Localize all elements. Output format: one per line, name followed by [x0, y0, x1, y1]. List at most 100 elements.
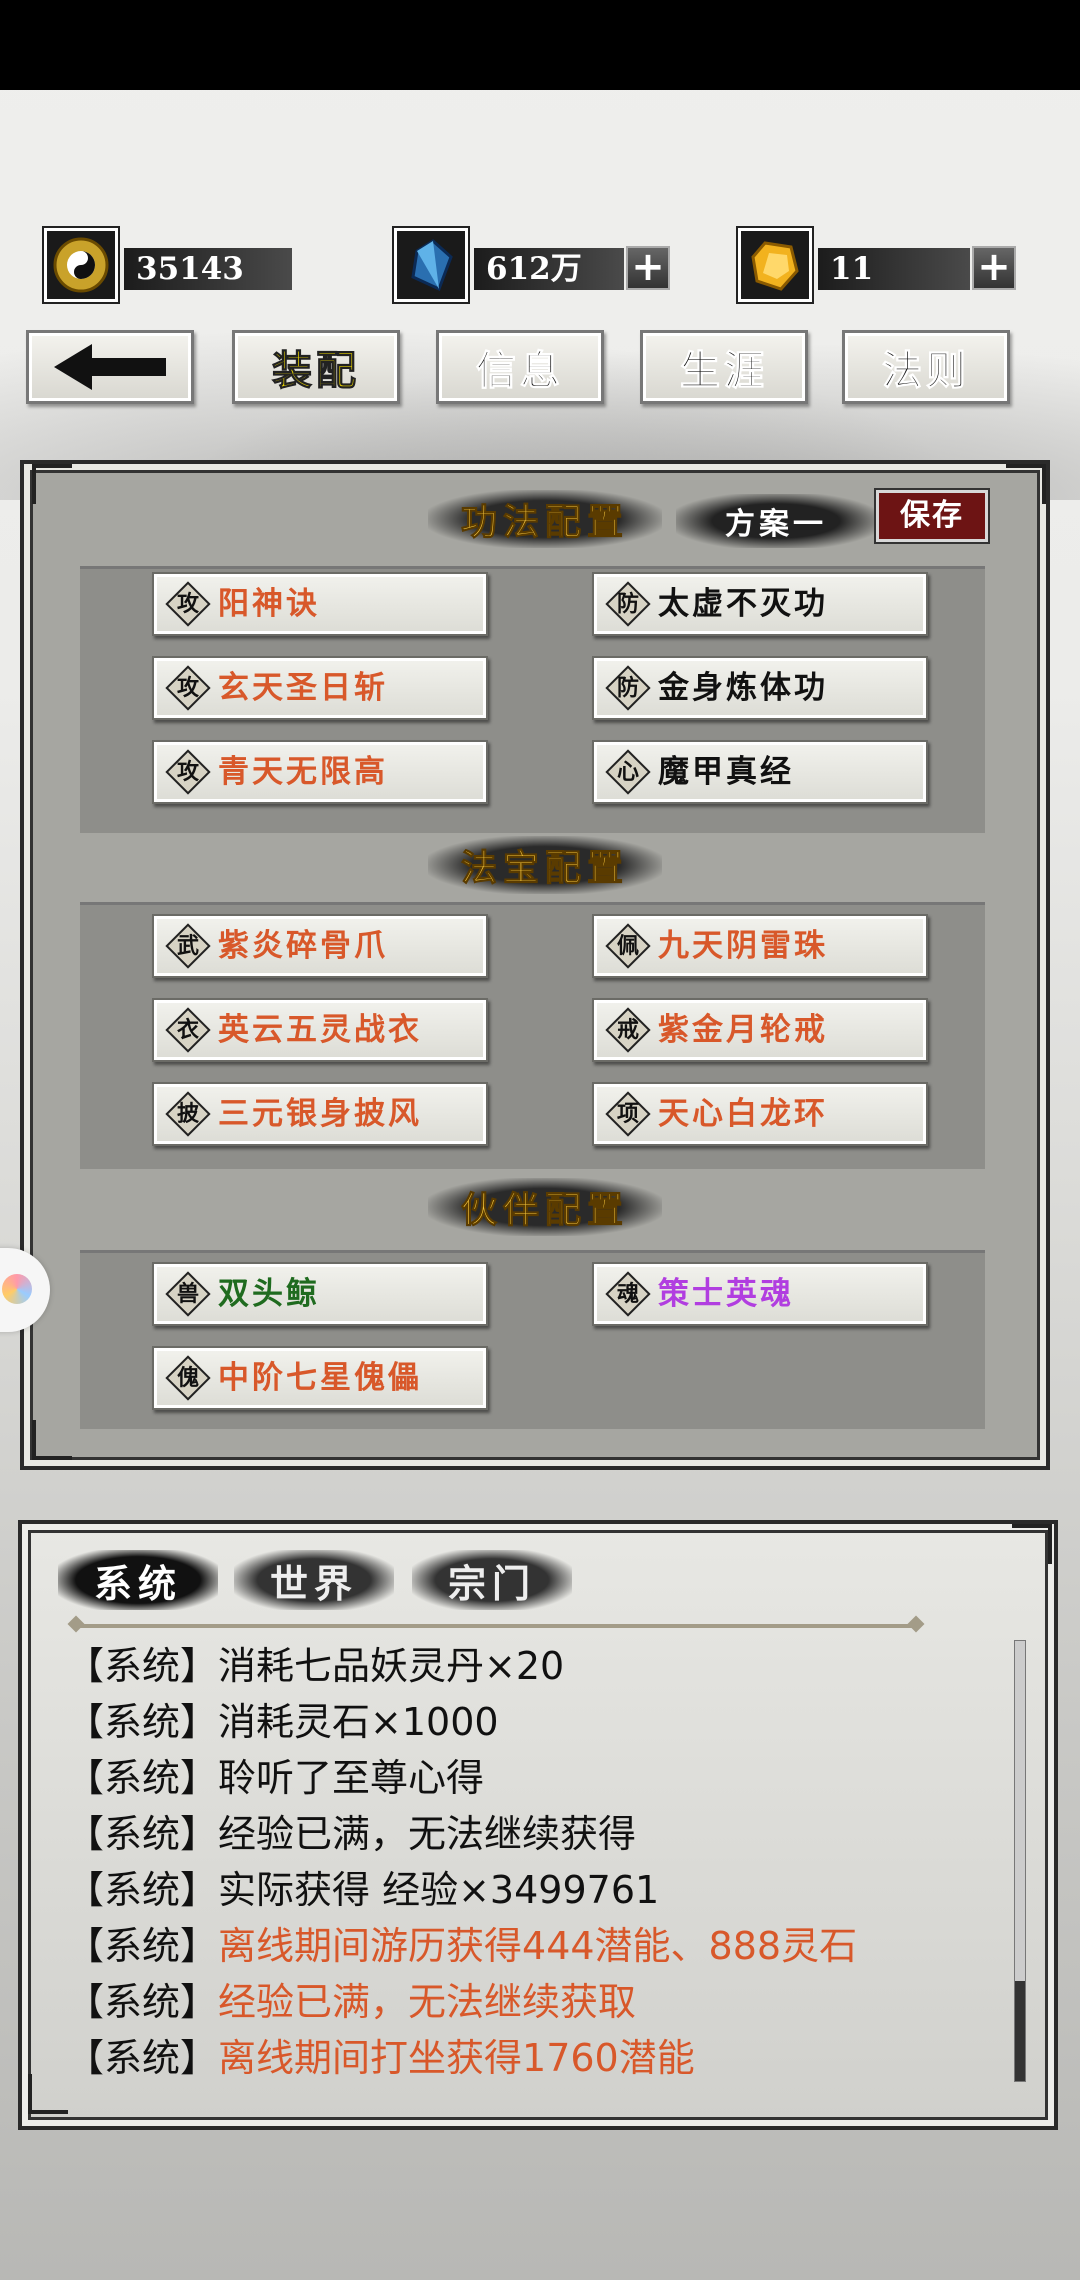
skill-name: 青天无限高 [218, 754, 388, 790]
skill-type-badge: 防 [605, 581, 651, 627]
treasure-slot[interactable]: 武 紫炎碎骨爪 [152, 914, 488, 978]
skill-type-badge: 心 [605, 749, 651, 795]
plan-selector[interactable]: 方案一 [676, 494, 876, 548]
gold-gem-icon [738, 228, 812, 302]
treasure-type-badge: 戒 [605, 1007, 651, 1053]
chat-tab-world[interactable]: 世界 [234, 1550, 394, 1610]
partner-slot[interactable]: 兽 双头鲸 [152, 1262, 488, 1326]
panel-corner-ornament [32, 1420, 72, 1460]
crystal-value: 612万 [474, 248, 624, 290]
message-prefix: 【系统】 [66, 1980, 219, 2024]
chat-message: 【系统】聆听了至尊心得 [66, 1750, 484, 1806]
message-prefix: 【系统】 [66, 2036, 219, 2080]
treasure-type-badge: 项 [605, 1091, 651, 1137]
partner-slot[interactable]: 傀 中阶七星傀儡 [152, 1346, 488, 1410]
skill-name: 魔甲真经 [658, 754, 794, 790]
crystal-add-button[interactable]: + [626, 246, 670, 290]
tab-career[interactable]: 生涯 [640, 330, 808, 404]
back-button[interactable] [26, 330, 194, 404]
tab-rules[interactable]: 法则 [842, 330, 1010, 404]
chat-message: 【系统】离线期间游历获得444潜能、888灵石 [66, 1918, 857, 1974]
treasure-name: 天心白龙环 [658, 1096, 828, 1132]
chat-corner-ornament [1012, 1524, 1052, 1564]
gem-currency: 11 + [738, 228, 1020, 302]
taiji-currency: 35143 [44, 228, 294, 302]
treasure-slot[interactable]: 项 天心白龙环 [592, 1082, 928, 1146]
treasure-slot[interactable]: 佩 九天阴雷珠 [592, 914, 928, 978]
partner-type-badge: 傀 [165, 1355, 211, 1401]
partners-section-title: 伙伴配置 [428, 1178, 662, 1236]
treasure-slot[interactable]: 披 三元银身披风 [152, 1082, 488, 1146]
status-bar [0, 0, 1080, 90]
skill-type-badge: 攻 [165, 749, 211, 795]
message-text: 经验已满，无法继续获得 [218, 1812, 637, 1856]
skill-type-badge: 攻 [165, 581, 211, 627]
skill-slot[interactable]: 防 金身炼体功 [592, 656, 928, 720]
treasures-section-title: 法宝配置 [428, 836, 662, 894]
chat-message: 【系统】经验已满，无法继续获取 [66, 1974, 636, 2030]
partner-name: 双头鲸 [218, 1276, 320, 1312]
chat-tab-sect[interactable]: 宗门 [412, 1550, 572, 1610]
treasure-slot[interactable]: 戒 紫金月轮戒 [592, 998, 928, 1062]
message-prefix: 【系统】 [66, 1924, 219, 1968]
tab-info[interactable]: 信息 [436, 330, 604, 404]
skill-slot[interactable]: 攻 青天无限高 [152, 740, 488, 804]
treasure-type-badge: 披 [165, 1091, 211, 1137]
message-prefix: 【系统】 [66, 1700, 219, 1744]
chat-message: 【系统】消耗七品妖灵丹×20 [66, 1638, 564, 1694]
gem-add-button[interactable]: + [972, 246, 1016, 290]
crystal-currency: 612万 + [394, 228, 674, 302]
treasure-type-badge: 佩 [605, 923, 651, 969]
skill-slot[interactable]: 攻 玄天圣日斩 [152, 656, 488, 720]
chat-message: 【系统】离线期间打坐获得1760潜能 [66, 2030, 695, 2086]
treasure-name: 三元银身披风 [218, 1096, 422, 1132]
message-prefix: 【系统】 [66, 1868, 219, 1912]
chat-tab-system[interactable]: 系统 [58, 1550, 218, 1610]
message-prefix: 【系统】 [66, 1644, 219, 1688]
skill-name: 玄天圣日斩 [218, 670, 388, 706]
chat-divider [76, 1624, 916, 1628]
chat-message: 【系统】实际获得 经验×3499761 [66, 1862, 659, 1918]
treasure-type-badge: 武 [165, 923, 211, 969]
taiji-coin-icon [44, 228, 118, 302]
treasure-name: 英云五灵战衣 [218, 1012, 422, 1048]
skills-section-title: 功法配置 [428, 490, 662, 548]
skill-slot[interactable]: 心 魔甲真经 [592, 740, 928, 804]
partner-name: 中阶七星傀儡 [218, 1360, 422, 1396]
message-text: 实际获得 经验×3499761 [218, 1868, 660, 1912]
chat-scroll-thumb[interactable] [1015, 1981, 1025, 2081]
skill-type-badge: 防 [605, 665, 651, 711]
message-text: 经验已满，无法继续获取 [218, 1980, 637, 2024]
assistant-icon [2, 1274, 32, 1304]
treasure-slot[interactable]: 衣 英云五灵战衣 [152, 998, 488, 1062]
taiji-value: 35143 [124, 248, 292, 290]
message-text: 离线期间游历获得444潜能、888灵石 [218, 1924, 858, 1968]
partner-type-badge: 兽 [165, 1271, 211, 1317]
skill-name: 金身炼体功 [658, 670, 828, 706]
chat-scrollbar[interactable] [1014, 1640, 1026, 2082]
chat-corner-ornament [28, 2074, 68, 2114]
panel-corner-ornament [32, 464, 72, 504]
chat-message: 【系统】经验已满，无法继续获得 [66, 1806, 636, 1862]
skill-name: 阳神诀 [218, 586, 320, 622]
message-text: 消耗灵石×1000 [218, 1700, 499, 1744]
partner-name: 策士英魂 [658, 1276, 794, 1312]
gem-value: 11 [818, 248, 970, 290]
message-text: 离线期间打坐获得1760潜能 [218, 2036, 695, 2080]
treasure-name: 紫炎碎骨爪 [218, 928, 388, 964]
tab-equip[interactable]: 装配 [232, 330, 400, 404]
message-prefix: 【系统】 [66, 1756, 219, 1800]
message-text: 聆听了至尊心得 [218, 1756, 485, 1800]
save-button[interactable]: 保存 [876, 490, 988, 542]
treasure-type-badge: 衣 [165, 1007, 211, 1053]
treasure-name: 紫金月轮戒 [658, 1012, 828, 1048]
panel-corner-ornament [1006, 464, 1046, 504]
partner-slot[interactable]: 魂 策士英魂 [592, 1262, 928, 1326]
partner-type-badge: 魂 [605, 1271, 651, 1317]
skill-name: 太虚不灭功 [658, 586, 828, 622]
message-prefix: 【系统】 [66, 1812, 219, 1856]
back-arrow-icon [54, 344, 166, 390]
skill-slot[interactable]: 防 太虚不灭功 [592, 572, 928, 636]
skill-type-badge: 攻 [165, 665, 211, 711]
skill-slot[interactable]: 攻 阳神诀 [152, 572, 488, 636]
